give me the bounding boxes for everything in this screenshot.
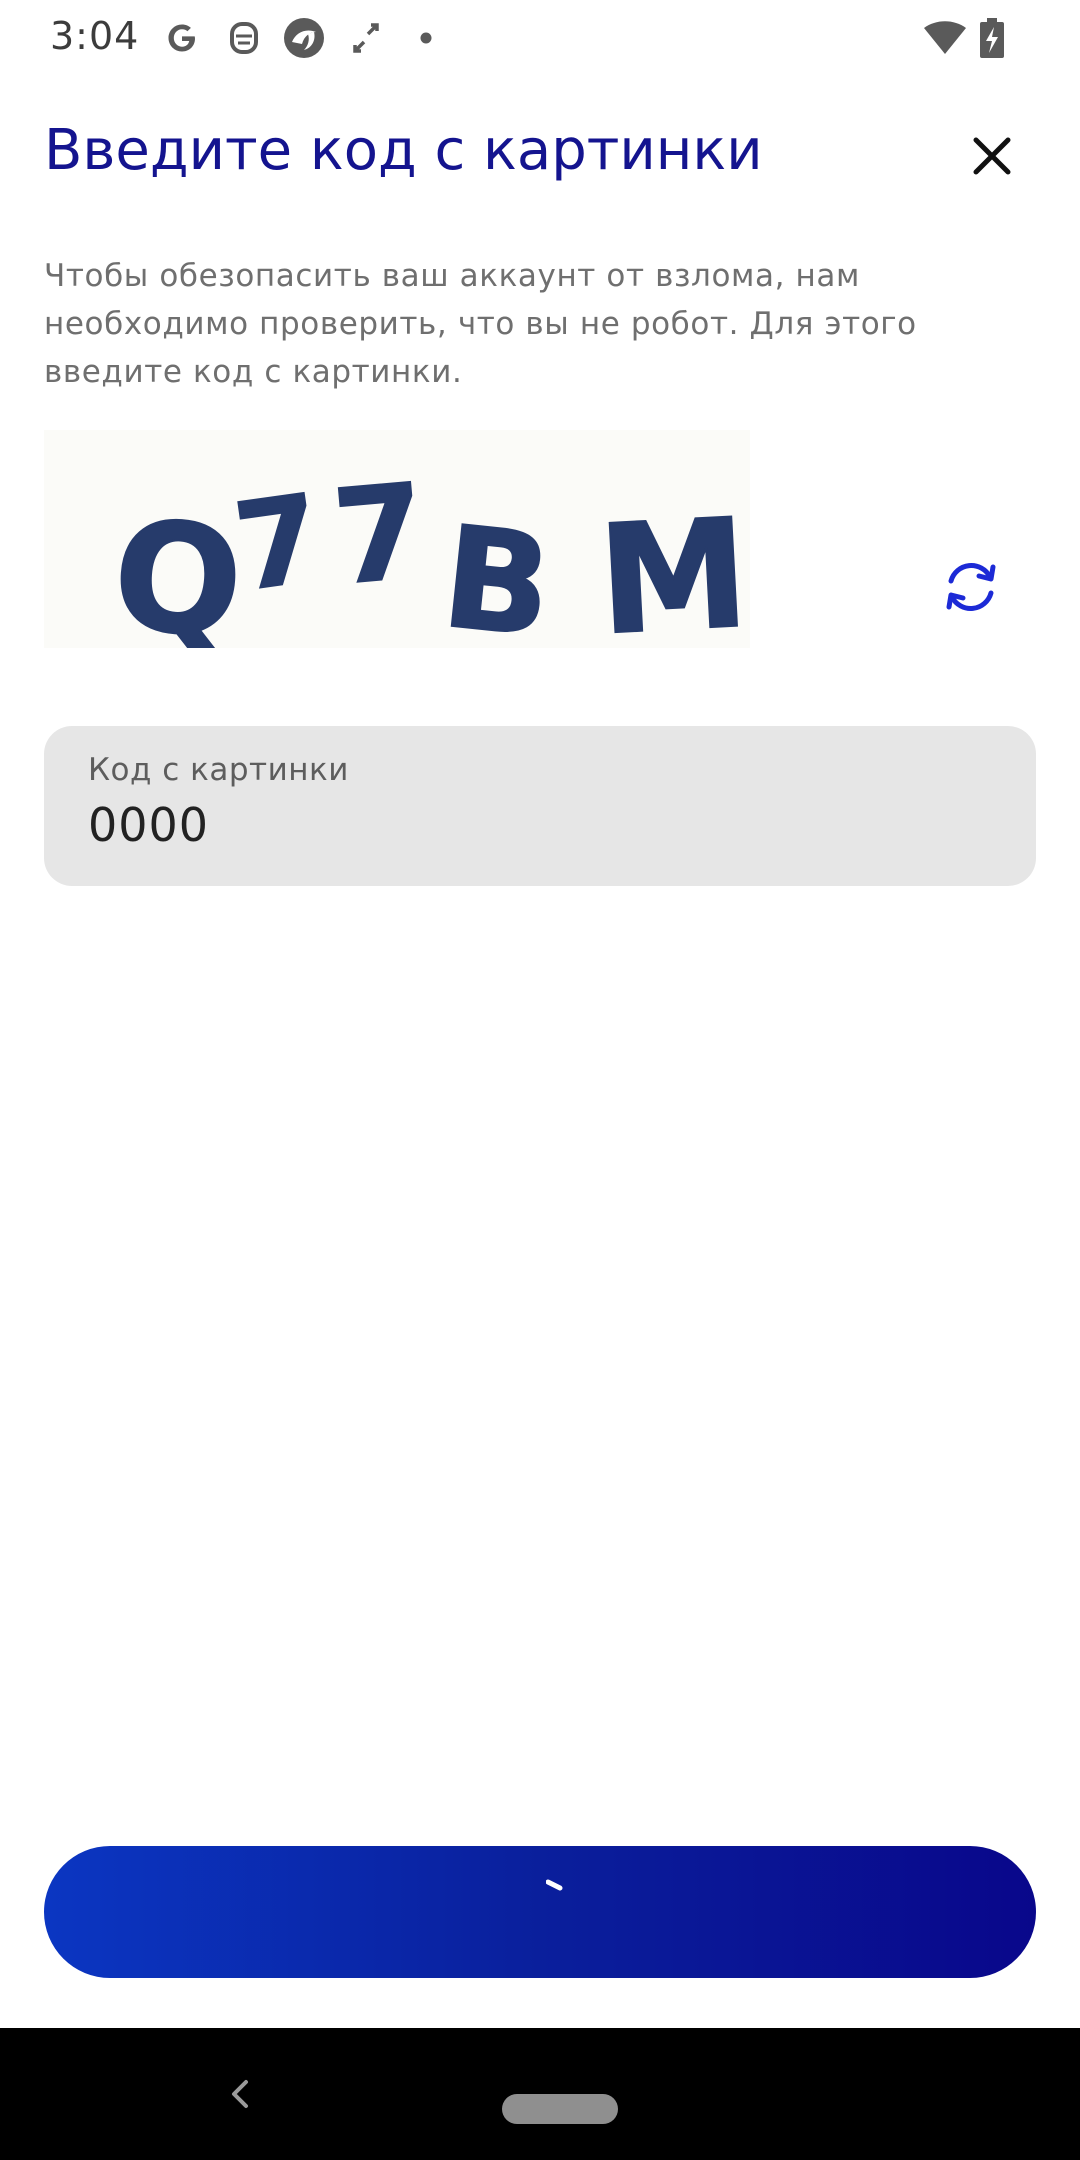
refresh-icon bbox=[946, 563, 996, 611]
code-input-label: Код с картинки bbox=[88, 752, 349, 788]
circle-app-icon bbox=[280, 16, 328, 60]
home-pill-icon[interactable] bbox=[502, 2094, 618, 2124]
svg-text:B: B bbox=[435, 496, 558, 648]
navigation-bar bbox=[0, 2028, 1080, 2160]
robot-icon bbox=[222, 16, 266, 60]
code-input-value[interactable]: 0000 bbox=[88, 798, 209, 852]
svg-text:M: M bbox=[594, 487, 750, 648]
close-button[interactable] bbox=[962, 126, 1022, 186]
dot-icon bbox=[414, 16, 438, 60]
back-icon bbox=[232, 2080, 248, 2108]
google-icon bbox=[160, 16, 204, 60]
refresh-captcha-button[interactable] bbox=[936, 552, 1006, 622]
status-time: 3:04 bbox=[50, 14, 140, 58]
captcha-image: Q 7 7 B M bbox=[44, 430, 754, 673]
svg-text:7: 7 bbox=[227, 469, 329, 618]
loading-spinner-icon bbox=[546, 1879, 563, 1891]
status-bar: 3:04 bbox=[0, 0, 1080, 80]
description-text: Чтобы обезопасить ваш аккаунт от взлома,… bbox=[44, 258, 917, 390]
wifi-icon bbox=[920, 16, 970, 60]
svg-text:7: 7 bbox=[328, 455, 431, 614]
battery-charging-icon bbox=[976, 16, 1008, 60]
close-icon bbox=[973, 137, 1011, 175]
svg-text:Q: Q bbox=[108, 489, 247, 648]
code-input-field[interactable]: Код с картинки 0000 bbox=[44, 726, 1036, 886]
expand-icon bbox=[346, 16, 386, 60]
nav-back-button[interactable] bbox=[222, 2076, 258, 2112]
page-title: Введите код с картинки bbox=[44, 118, 763, 183]
submit-button[interactable] bbox=[44, 1846, 1036, 1978]
